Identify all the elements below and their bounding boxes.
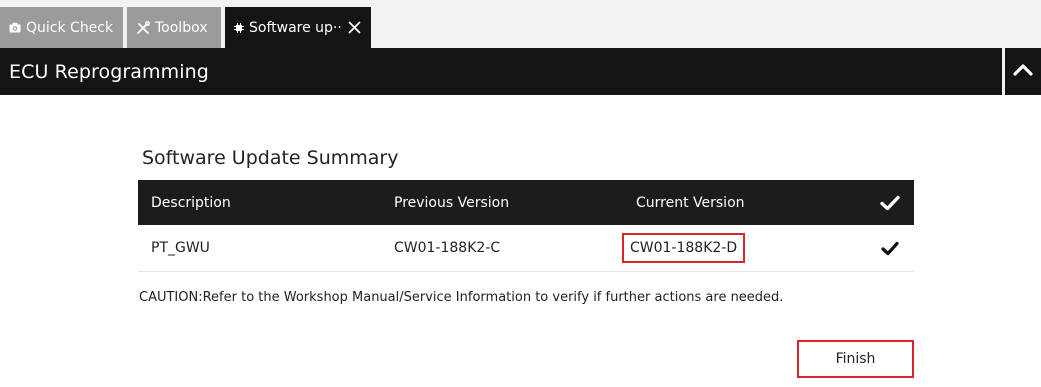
tab-software-update[interactable]: Software up·· [225, 7, 371, 48]
tab-quick-check[interactable]: Quick Check [0, 7, 123, 48]
tab-bar: Quick Check Toolbox Software up·· [0, 0, 1041, 48]
camera-icon [9, 22, 21, 33]
content-area: Software Update Summary Description Prev… [0, 95, 1041, 387]
chevron-up-icon [1013, 62, 1033, 81]
row-description: PT_GWU [151, 240, 210, 256]
tools-icon [136, 20, 150, 35]
summary-table: Description Previous Version Current Ver… [138, 180, 914, 272]
column-header-description: Description [151, 194, 231, 211]
tab-label: Quick Check [26, 19, 114, 36]
row-current-version: CW01-188K2-D [622, 233, 746, 263]
page-header: ECU Reprogramming [0, 48, 1002, 95]
table-row: PT_GWU CW01-188K2-C CW01-188K2-D [138, 225, 914, 272]
summary-title: Software Update Summary [142, 147, 399, 169]
column-header-previous-version: Previous Version [394, 194, 510, 211]
row-previous-version: CW01-188K2-C [394, 240, 501, 256]
tab-toolbox[interactable]: Toolbox [127, 7, 221, 48]
row-current-version-cell: CW01-188K2-D [622, 225, 746, 271]
finish-button[interactable]: Finish [797, 340, 914, 378]
close-icon[interactable] [348, 21, 361, 34]
column-header-current-version: Current Version [636, 194, 745, 211]
row-check-icon [878, 225, 902, 271]
tab-label: Toolbox [155, 19, 208, 36]
app-window: Quick Check Toolbox Software up·· ECU Re… [0, 0, 1041, 387]
collapse-button[interactable] [1005, 48, 1041, 95]
table-header: Description Previous Version Current Ver… [138, 180, 914, 225]
caution-text: CAUTION:Refer to the Workshop Manual/Ser… [139, 290, 784, 305]
page-title: ECU Reprogramming [9, 60, 209, 83]
header-check-icon [878, 180, 902, 225]
chip-icon [234, 22, 244, 33]
tab-label: Software up·· [249, 19, 342, 36]
